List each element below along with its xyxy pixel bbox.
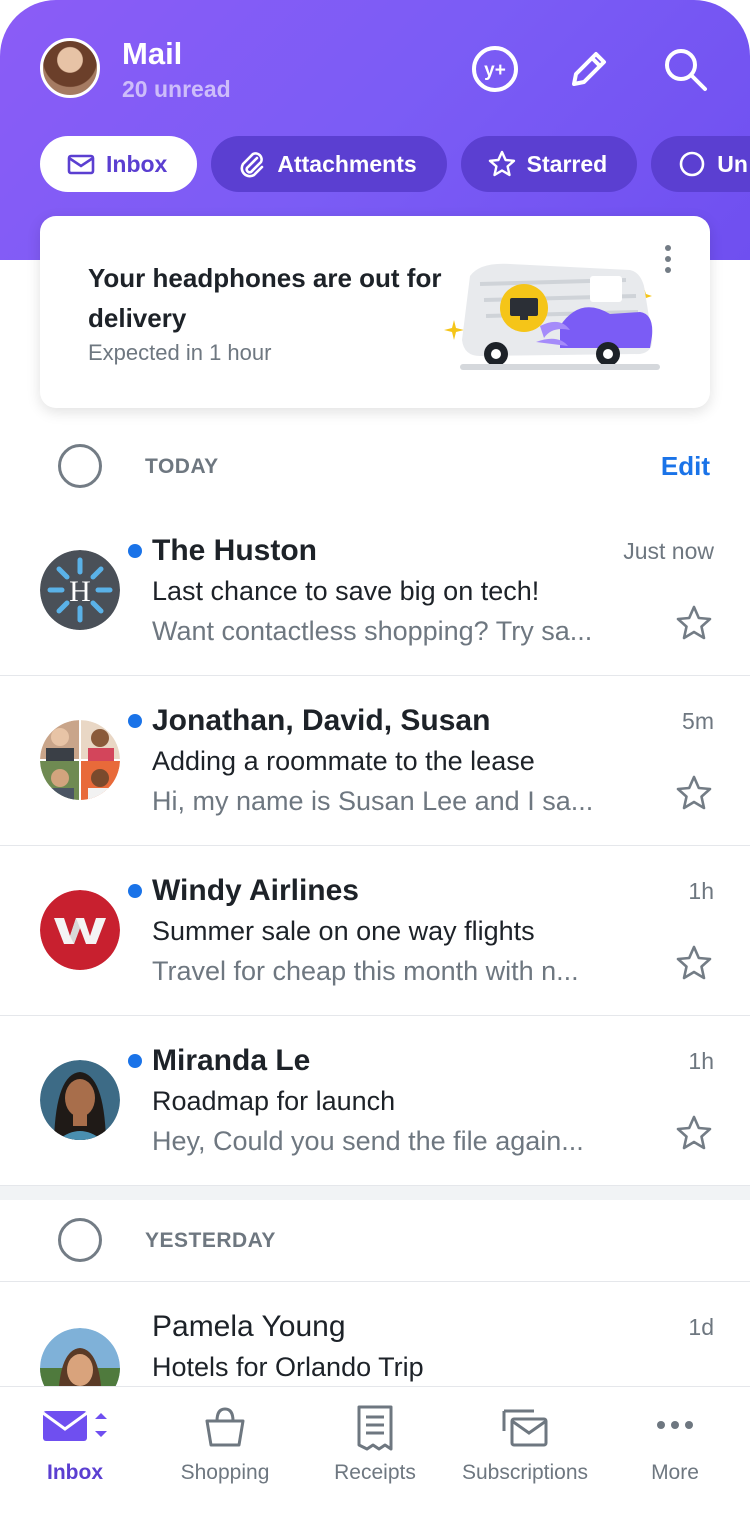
email-subject: Last chance to save big on tech! xyxy=(152,576,540,606)
section-label: TODAY xyxy=(145,455,219,478)
delivery-card[interactable]: Your headphones are out for delivery Exp… xyxy=(40,216,710,408)
filter-inbox[interactable]: Inbox xyxy=(40,136,198,192)
section-yesterday: YESTERDAY xyxy=(0,1194,750,1282)
email-time: 1d xyxy=(688,1314,714,1340)
email-time: Just now xyxy=(623,538,714,564)
email-subject: Adding a roommate to the lease xyxy=(152,746,535,776)
paperclip-icon xyxy=(240,152,264,178)
profile-avatar[interactable] xyxy=(40,38,100,98)
email-sender: Windy Airlines xyxy=(152,874,359,907)
filter-starred[interactable]: Starred xyxy=(460,136,638,192)
sender-avatar xyxy=(40,890,120,970)
delivery-title: Your headphones are out for delivery xyxy=(88,263,442,333)
select-all-checkbox[interactable] xyxy=(58,444,102,488)
nav-more[interactable]: More xyxy=(600,1387,750,1516)
email-subject: Summer sale on one way flights xyxy=(152,916,535,946)
email-sender: Jonathan, David, Susan xyxy=(152,704,491,737)
email-subject: Roadmap for launch xyxy=(152,1086,396,1116)
email-sender: Miranda Le xyxy=(152,1044,311,1077)
section-today: TODAY Edit xyxy=(0,418,750,514)
bottom-nav: Inbox Shopping Receipts Subscriptions Mo… xyxy=(0,1386,750,1516)
email-row[interactable]: Jonathan, David, Susan 5m Adding a roomm… xyxy=(0,676,750,846)
nav-subscriptions[interactable]: Subscriptions xyxy=(450,1387,600,1516)
filter-label: Attachments xyxy=(277,150,417,177)
shopping-bag-icon xyxy=(205,1407,245,1447)
email-preview: Hi, my name is Susan Lee and I sa... xyxy=(152,786,594,816)
receipt-icon xyxy=(357,1405,393,1451)
sender-avatar xyxy=(40,1060,120,1140)
nav-shopping[interactable]: Shopping xyxy=(150,1387,300,1516)
unread-dot xyxy=(128,1054,142,1068)
delivery-subtitle: Expected in 1 hour xyxy=(88,340,272,365)
email-time: 1h xyxy=(688,878,714,904)
email-subject: Hotels for Orlando Trip xyxy=(152,1352,424,1382)
nav-label: More xyxy=(651,1461,699,1484)
nav-receipts[interactable]: Receipts xyxy=(300,1387,450,1516)
star-icon[interactable] xyxy=(674,944,714,984)
nav-label: Inbox xyxy=(47,1461,103,1484)
nav-label: Shopping xyxy=(180,1461,270,1484)
unread-dot xyxy=(128,714,142,728)
email-preview: Hey, Could you send the file again... xyxy=(152,1126,584,1156)
email-time: 1h xyxy=(688,1048,714,1074)
email-row[interactable]: Windy Airlines 1h Summer sale on one way… xyxy=(0,846,750,1016)
svg-text:y+: y+ xyxy=(484,60,506,81)
sender-avatar: H xyxy=(40,550,120,630)
filter-label: Un xyxy=(717,150,748,177)
subscriptions-icon xyxy=(502,1409,548,1447)
email-sender: Pamela Young xyxy=(152,1310,346,1343)
filter-pills: Inbox Attachments Starred Un xyxy=(40,136,750,192)
circle-icon xyxy=(679,151,705,177)
email-row[interactable]: Miranda Le 1h Roadmap for launch Hey, Co… xyxy=(0,1016,750,1186)
svg-text:H: H xyxy=(69,575,91,608)
yahoo-plus-icon[interactable]: y+ xyxy=(470,44,520,94)
email-sender: The Huston xyxy=(152,534,317,567)
unread-dot xyxy=(128,884,142,898)
envelope-icon xyxy=(67,154,95,175)
nav-label: Receipts xyxy=(334,1461,416,1484)
nav-inbox[interactable]: Inbox xyxy=(0,1387,150,1516)
filter-label: Inbox xyxy=(106,150,168,177)
filter-attachments[interactable]: Attachments xyxy=(211,136,447,192)
more-icon xyxy=(657,1421,693,1429)
star-icon xyxy=(488,150,515,177)
email-preview: Travel for cheap this month with n... xyxy=(152,956,579,986)
page-title: Mail xyxy=(122,36,183,71)
delivery-truck-icon xyxy=(444,263,660,370)
star-icon[interactable] xyxy=(674,604,714,644)
search-icon[interactable] xyxy=(660,44,710,94)
unread-dot xyxy=(128,544,142,558)
filter-unread[interactable]: Un xyxy=(651,136,750,192)
star-icon[interactable] xyxy=(674,774,714,814)
email-preview: Want contactless shopping? Try sa... xyxy=(152,616,593,646)
section-label: YESTERDAY xyxy=(145,1229,276,1252)
nav-label: Subscriptions xyxy=(461,1461,589,1484)
sender-avatar-group xyxy=(40,720,120,800)
star-icon[interactable] xyxy=(674,1114,714,1154)
compose-icon[interactable] xyxy=(564,44,614,94)
select-all-checkbox[interactable] xyxy=(58,1218,102,1262)
inbox-icon xyxy=(42,1411,107,1441)
unread-count: 20 unread xyxy=(122,76,231,102)
edit-button[interactable]: Edit xyxy=(661,451,710,482)
email-row[interactable]: H The Huston Just now Last chance to sav… xyxy=(0,506,750,676)
email-time: 5m xyxy=(682,708,714,734)
filter-label: Starred xyxy=(526,150,608,177)
